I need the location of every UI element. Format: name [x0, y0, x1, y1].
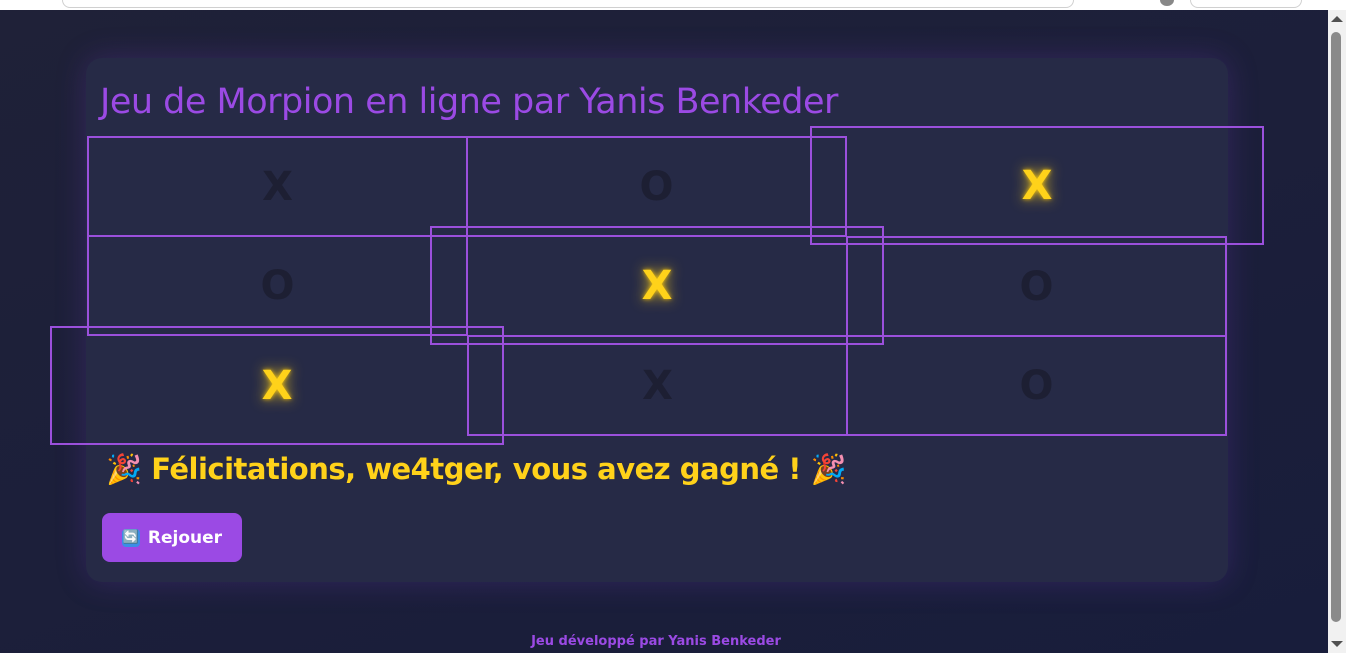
- page-title: Jeu de Morpion en ligne par Yanis Benked…: [100, 82, 838, 122]
- browser-action-button[interactable]: [1190, 0, 1302, 8]
- board-cell-6[interactable]: X: [50, 326, 504, 445]
- board-cell-7[interactable]: X: [467, 335, 848, 436]
- replay-button[interactable]: 🔄 Rejouer: [102, 513, 242, 562]
- page-scrollbar[interactable]: [1328, 10, 1346, 653]
- scroll-up-icon[interactable]: [1331, 16, 1343, 22]
- board-cell-8[interactable]: O: [846, 335, 1227, 436]
- cell-mark: X: [261, 362, 293, 409]
- cell-mark: X: [262, 163, 293, 210]
- profile-icon[interactable]: [1160, 0, 1174, 6]
- cell-mark: X: [1021, 162, 1053, 209]
- cell-mark: O: [1019, 362, 1054, 409]
- scroll-down-icon[interactable]: [1331, 641, 1343, 647]
- party-popper-icon: 🎉: [810, 452, 847, 486]
- address-bar[interactable]: [62, 0, 1074, 8]
- replay-button-label: Rejouer: [147, 527, 223, 548]
- cell-mark: X: [641, 262, 673, 309]
- footer-credit: Jeu développé par Yanis Benkeder: [531, 634, 781, 649]
- cell-mark: X: [642, 362, 673, 409]
- cell-mark: O: [639, 163, 674, 210]
- win-message-text: Félicitations, we4tger, vous avez gagné …: [151, 452, 801, 486]
- party-popper-icon: 🎉: [106, 452, 142, 486]
- refresh-icon: 🔄: [121, 528, 140, 547]
- board-cell-5[interactable]: O: [846, 236, 1227, 337]
- board-cell-0[interactable]: X: [87, 136, 468, 237]
- cell-mark: O: [1019, 263, 1054, 310]
- scrollbar-thumb[interactable]: [1331, 32, 1341, 622]
- board-cell-3[interactable]: O: [87, 235, 468, 336]
- cell-mark: O: [260, 262, 295, 309]
- win-message: 🎉 Félicitations, we4tger, vous avez gagn…: [106, 452, 847, 487]
- browser-chrome: [0, 0, 1346, 10]
- board-cell-1[interactable]: O: [466, 136, 847, 237]
